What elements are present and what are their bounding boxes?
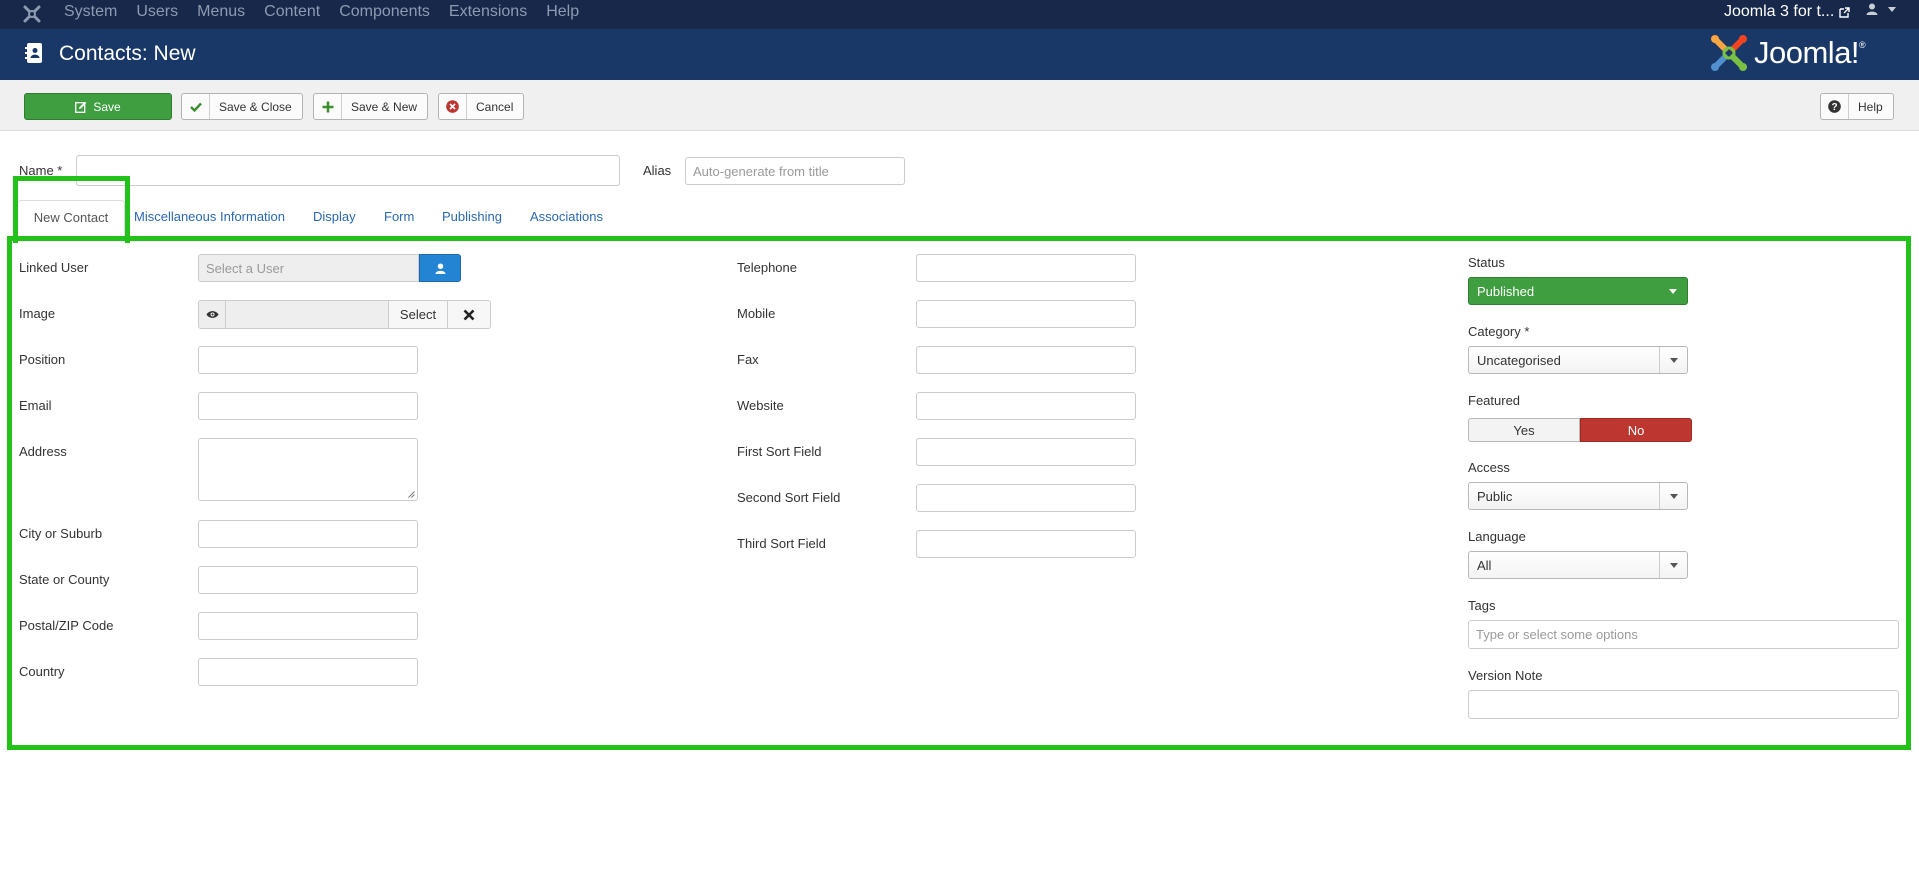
save-close-button[interactable]: Save & Close [181, 93, 303, 120]
save-label: Save [93, 99, 121, 114]
tab-form[interactable]: Form [384, 209, 414, 225]
name-input[interactable] [76, 155, 620, 186]
tab-miscellaneous-information[interactable]: Miscellaneous Information [134, 209, 285, 225]
help-button[interactable]: ? Help [1820, 93, 1894, 120]
menu-help[interactable]: Help [546, 0, 579, 29]
edit-icon [75, 101, 87, 113]
user-icon [1866, 3, 1878, 15]
highlight-panel-frame [7, 236, 1911, 750]
menu-menus[interactable]: Menus [197, 0, 245, 29]
tab-publishing[interactable]: Publishing [442, 209, 502, 225]
svg-text:?: ? [1831, 102, 1837, 113]
top-navbar: System Users Menus Content Components Ex… [0, 0, 1919, 29]
save-new-button[interactable]: Save & New [313, 93, 429, 120]
page-header: Contacts: New Joomla! ® [0, 29, 1919, 80]
external-link-icon [1839, 6, 1850, 18]
tab-associations[interactable]: Associations [530, 209, 603, 225]
site-link[interactable]: Joomla 3 for t... [1724, 3, 1850, 21]
menu-system[interactable]: System [64, 0, 117, 29]
menu-extensions[interactable]: Extensions [449, 0, 527, 29]
cancel-label: Cancel [476, 99, 514, 114]
caret-down-icon [1888, 6, 1896, 12]
plus-icon [314, 94, 342, 119]
address-book-icon [25, 43, 43, 66]
highlight-tab-frame [13, 176, 130, 243]
save-new-label: Save & New [351, 99, 418, 114]
admin-menu: System Users Menus Content Components Ex… [64, 0, 598, 29]
menu-content[interactable]: Content [264, 0, 320, 29]
menu-components[interactable]: Components [339, 0, 430, 29]
joomla-logo-icon [1711, 35, 1747, 71]
site-link-label: Joomla 3 for t... [1724, 3, 1835, 20]
question-icon: ? [1821, 94, 1849, 119]
page-title: Contacts: New [59, 42, 196, 65]
save-button[interactable]: Save [24, 93, 172, 120]
alias-input[interactable] [685, 157, 905, 185]
toolbar: Save Save & Close Save & New Cancel ? He… [0, 80, 1919, 131]
cancel-icon [439, 94, 467, 119]
user-menu[interactable] [1866, 3, 1896, 15]
registered-mark: ® [1859, 40, 1866, 50]
help-label: Help [1858, 99, 1883, 114]
check-icon [182, 94, 210, 119]
alias-label: Alias [643, 163, 672, 178]
cancel-button[interactable]: Cancel [438, 93, 525, 120]
tab-display[interactable]: Display [313, 209, 356, 225]
joomla-icon[interactable] [22, 4, 42, 24]
menu-users[interactable]: Users [136, 0, 178, 29]
joomla-brand: Joomla! ® [1710, 34, 1866, 72]
brand-name: Joomla! [1754, 35, 1860, 70]
save-close-label: Save & Close [219, 99, 292, 114]
